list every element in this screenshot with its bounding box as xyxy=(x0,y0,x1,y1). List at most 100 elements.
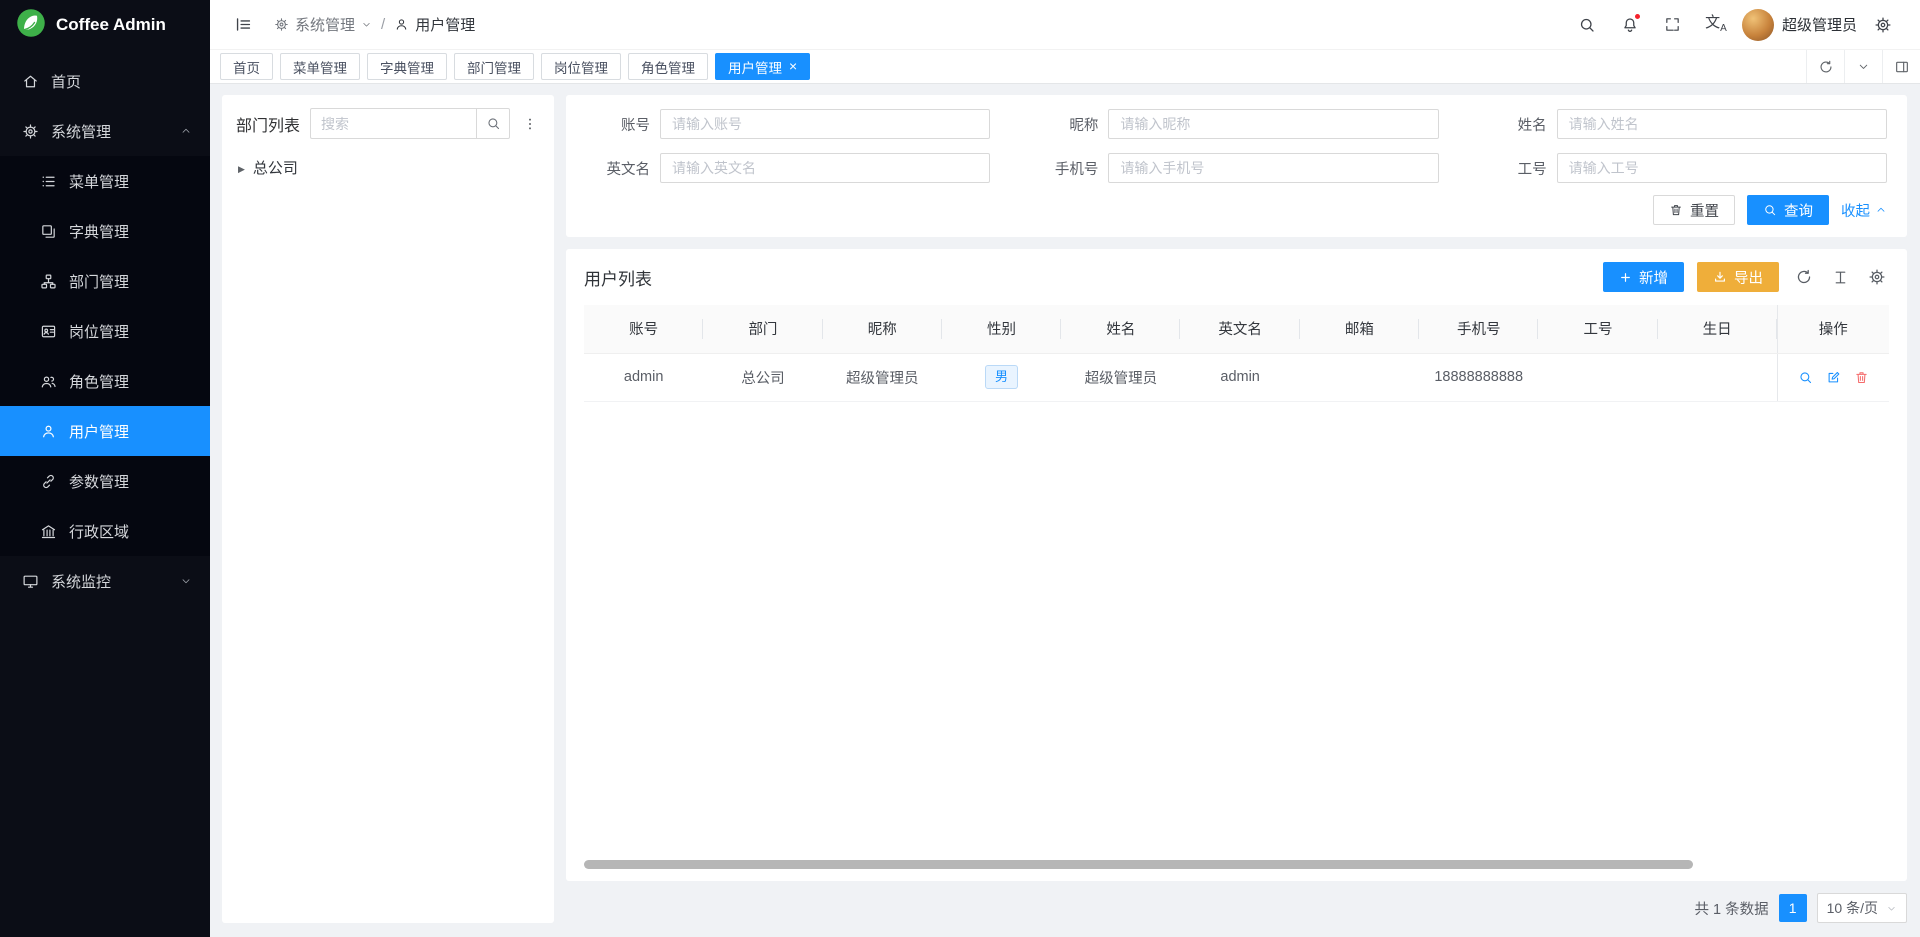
department-panel-title: 部门列表 xyxy=(236,112,300,136)
chevron-down-icon xyxy=(180,575,192,587)
global-search-button[interactable] xyxy=(1570,8,1604,42)
sidebar-item-label: 参数管理 xyxy=(69,471,129,492)
team-icon xyxy=(40,373,57,390)
cell-actions xyxy=(1777,353,1889,401)
sidebar-item-dept-management[interactable]: 部门管理 xyxy=(0,256,210,306)
gear-icon xyxy=(1874,16,1892,34)
column-header: 英文名 xyxy=(1180,305,1299,353)
tab-home[interactable]: 首页 xyxy=(220,53,273,80)
tab-post-management[interactable]: 岗位管理 xyxy=(541,53,621,80)
delete-row-button[interactable] xyxy=(1854,370,1869,385)
tab-user-management[interactable]: 用户管理 xyxy=(715,53,810,80)
search-form: 账号 昵称 姓名 英文名 xyxy=(586,109,1887,183)
cell-birthday xyxy=(1658,353,1777,401)
org-tree-icon xyxy=(40,273,57,290)
tab-role-management[interactable]: 角色管理 xyxy=(628,53,708,80)
layout-toggle-button[interactable] xyxy=(1882,50,1920,83)
view-row-button[interactable] xyxy=(1798,370,1813,385)
add-user-button[interactable]: 新增 xyxy=(1603,262,1684,292)
refresh-table-button[interactable] xyxy=(1792,265,1816,289)
en-name-input[interactable] xyxy=(660,153,990,183)
form-actions: 重置 查询 收起 xyxy=(586,195,1887,225)
user-icon xyxy=(394,17,409,32)
sidebar-item-home[interactable]: 首页 xyxy=(0,56,210,106)
department-search-button[interactable] xyxy=(476,108,510,139)
sidebar-item-param-management[interactable]: 参数管理 xyxy=(0,456,210,506)
refresh-tab-button[interactable] xyxy=(1806,50,1844,83)
column-header-actions: 操作 xyxy=(1777,305,1889,353)
tab-label: 用户管理 xyxy=(728,57,782,77)
export-button[interactable]: 导出 xyxy=(1697,262,1779,292)
tab-options-button[interactable] xyxy=(1844,50,1882,83)
notifications-button[interactable] xyxy=(1613,8,1647,42)
tab-menu-management[interactable]: 菜单管理 xyxy=(280,53,360,80)
table-settings-button[interactable] xyxy=(1865,265,1889,289)
sidebar-item-role-management[interactable]: 角色管理 xyxy=(0,356,210,406)
work-no-input[interactable] xyxy=(1557,153,1887,183)
edit-row-button[interactable] xyxy=(1826,370,1841,385)
name-input[interactable] xyxy=(1557,109,1887,139)
cell-name: 超级管理员 xyxy=(1061,353,1180,401)
cell-account: admin xyxy=(584,353,703,401)
gear-icon xyxy=(22,123,39,140)
app-root: Coffee Admin 首页 系统管理 菜单管理 字典管理 xyxy=(0,0,1920,937)
page-size-select[interactable]: 10 条/页 xyxy=(1817,893,1907,923)
nickname-input[interactable] xyxy=(1108,109,1438,139)
account-input[interactable] xyxy=(660,109,990,139)
bank-icon xyxy=(40,523,57,540)
department-more-button[interactable] xyxy=(520,114,540,134)
collapse-label: 收起 xyxy=(1841,200,1870,221)
sidebar: Coffee Admin 首页 系统管理 菜单管理 字典管理 xyxy=(0,0,210,937)
sidebar-item-user-management[interactable]: 用户管理 xyxy=(0,406,210,456)
form-field-phone: 手机号 xyxy=(1034,153,1438,183)
username: 超级管理员 xyxy=(1782,14,1857,35)
column-header: 邮箱 xyxy=(1300,305,1419,353)
search-icon xyxy=(1798,370,1813,385)
tree-node-root[interactable]: 总公司 xyxy=(236,155,540,180)
breadcrumb-item-user[interactable]: 用户管理 xyxy=(394,14,475,35)
user-menu[interactable]: 超级管理员 xyxy=(1742,9,1857,41)
refresh-icon xyxy=(1818,59,1834,75)
tab-label: 角色管理 xyxy=(641,57,695,77)
caret-right-icon[interactable] xyxy=(238,159,245,176)
scrollbar-thumb[interactable] xyxy=(584,860,1693,869)
sidebar-item-label: 部门管理 xyxy=(69,271,129,292)
tab-dict-management[interactable]: 字典管理 xyxy=(367,53,447,80)
close-icon[interactable] xyxy=(789,59,797,74)
download-icon xyxy=(1713,270,1727,284)
tab-dept-management[interactable]: 部门管理 xyxy=(454,53,534,80)
sidebar-group-monitor[interactable]: 系统监控 xyxy=(0,556,210,606)
language-button[interactable]: 文A xyxy=(1699,8,1733,42)
sidebar-group-system[interactable]: 系统管理 xyxy=(0,106,210,156)
settings-button[interactable] xyxy=(1866,8,1900,42)
field-label: 姓名 xyxy=(1483,114,1547,135)
sidebar-item-admin-region[interactable]: 行政区域 xyxy=(0,506,210,556)
department-search-input[interactable] xyxy=(310,108,476,139)
breadcrumb-item-system[interactable]: 系统管理 xyxy=(274,14,372,35)
cell-email xyxy=(1300,353,1419,401)
page-button-1[interactable]: 1 xyxy=(1779,894,1807,922)
phone-input[interactable] xyxy=(1108,153,1438,183)
field-label: 英文名 xyxy=(586,158,650,179)
chevron-down-icon xyxy=(1886,903,1897,914)
sidebar-item-post-management[interactable]: 岗位管理 xyxy=(0,306,210,356)
table-row: admin 总公司 超级管理员 男 超级管理员 admin 1888888888… xyxy=(584,353,1889,401)
sidebar-item-label: 角色管理 xyxy=(69,371,129,392)
fullscreen-button[interactable] xyxy=(1656,8,1690,42)
copy-icon xyxy=(40,223,57,240)
tab-tools xyxy=(1806,50,1920,83)
user-table: 账号 部门 昵称 性别 姓名 英文名 邮箱 手机号 工号 生日 操作 xyxy=(584,305,1889,402)
sidebar-item-label: 菜单管理 xyxy=(69,171,129,192)
monitor-icon xyxy=(22,573,39,590)
sidebar-item-menu-management[interactable]: 菜单管理 xyxy=(0,156,210,206)
collapse-form-button[interactable]: 收起 xyxy=(1841,200,1887,221)
search-button[interactable]: 查询 xyxy=(1747,195,1829,225)
sidebar-item-dict-management[interactable]: 字典管理 xyxy=(0,206,210,256)
column-header: 姓名 xyxy=(1061,305,1180,353)
column-settings-button[interactable] xyxy=(1829,266,1852,289)
chevron-down-icon xyxy=(361,19,372,30)
column-header: 账号 xyxy=(584,305,703,353)
reset-button[interactable]: 重置 xyxy=(1653,195,1735,225)
collapse-sidebar-button[interactable] xyxy=(226,8,260,42)
gear-icon xyxy=(274,17,289,32)
